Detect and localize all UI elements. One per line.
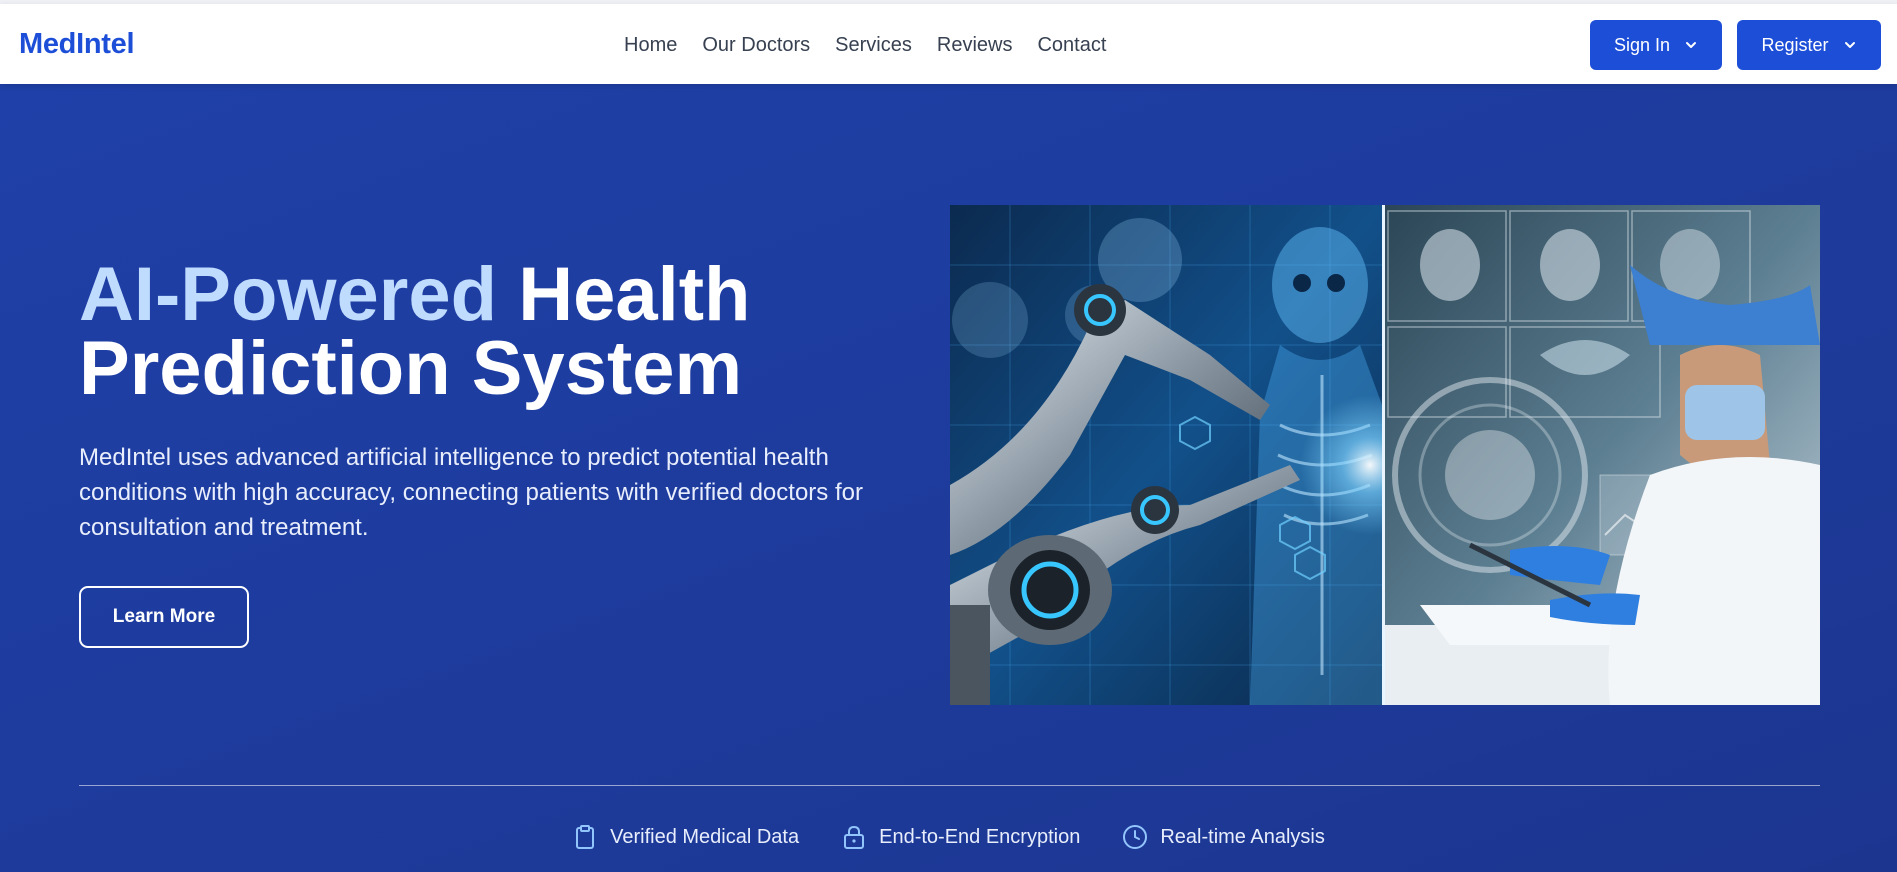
sign-in-label: Sign In <box>1613 34 1671 55</box>
clipboard-icon <box>576 825 595 849</box>
feature-encryption: End-to-End Encryption <box>841 824 1080 850</box>
register-label: Register <box>1761 34 1829 55</box>
clock-icon <box>1123 825 1148 849</box>
ai-medical-illustration <box>950 205 1820 705</box>
hero-section: AI-Powered Health Prediction System MedI… <box>0 84 1897 872</box>
feature-realtime: Real-time Analysis <box>1122 824 1325 850</box>
nav-link-services[interactable]: Services <box>835 34 912 57</box>
brand-logo[interactable]: MedIntel <box>19 28 135 61</box>
nav-link-reviews[interactable]: Reviews <box>937 34 1013 57</box>
hero-title: AI-Powered Health Prediction System <box>79 257 839 407</box>
section-divider <box>79 785 1820 786</box>
register-button[interactable]: Register <box>1737 20 1881 70</box>
lock-icon <box>844 825 865 849</box>
nav-link-home[interactable]: Home <box>624 34 677 57</box>
hero-description: MedIntel uses advanced artificial intell… <box>79 444 863 541</box>
hero-title-line2: Prediction System <box>79 326 743 411</box>
nav-link-contact[interactable]: Contact <box>1037 34 1106 57</box>
feature-list: Verified Medical Data End-to-End Encrypt… <box>0 824 1897 850</box>
chevron-down-icon <box>1844 42 1855 48</box>
hero-title-line1: Health <box>518 252 751 337</box>
sign-in-button[interactable]: Sign In <box>1590 20 1722 70</box>
feature-label: End-to-End Encryption <box>879 825 1081 848</box>
nav-links: Home Our Doctors Services Reviews Contac… <box>624 34 1131 57</box>
hero-image <box>950 205 1820 705</box>
feature-label: Verified Medical Data <box>610 825 800 848</box>
feature-verified-data: Verified Medical Data <box>572 824 799 850</box>
hero-title-accent: AI-Powered <box>79 252 498 337</box>
learn-more-button[interactable]: Learn More <box>79 586 249 648</box>
navbar: MedIntel Home Our Doctors Services Revie… <box>0 4 1897 84</box>
nav-link-our-doctors[interactable]: Our Doctors <box>702 34 810 57</box>
feature-label: Real-time Analysis <box>1160 825 1325 848</box>
chevron-down-icon <box>1686 42 1697 48</box>
